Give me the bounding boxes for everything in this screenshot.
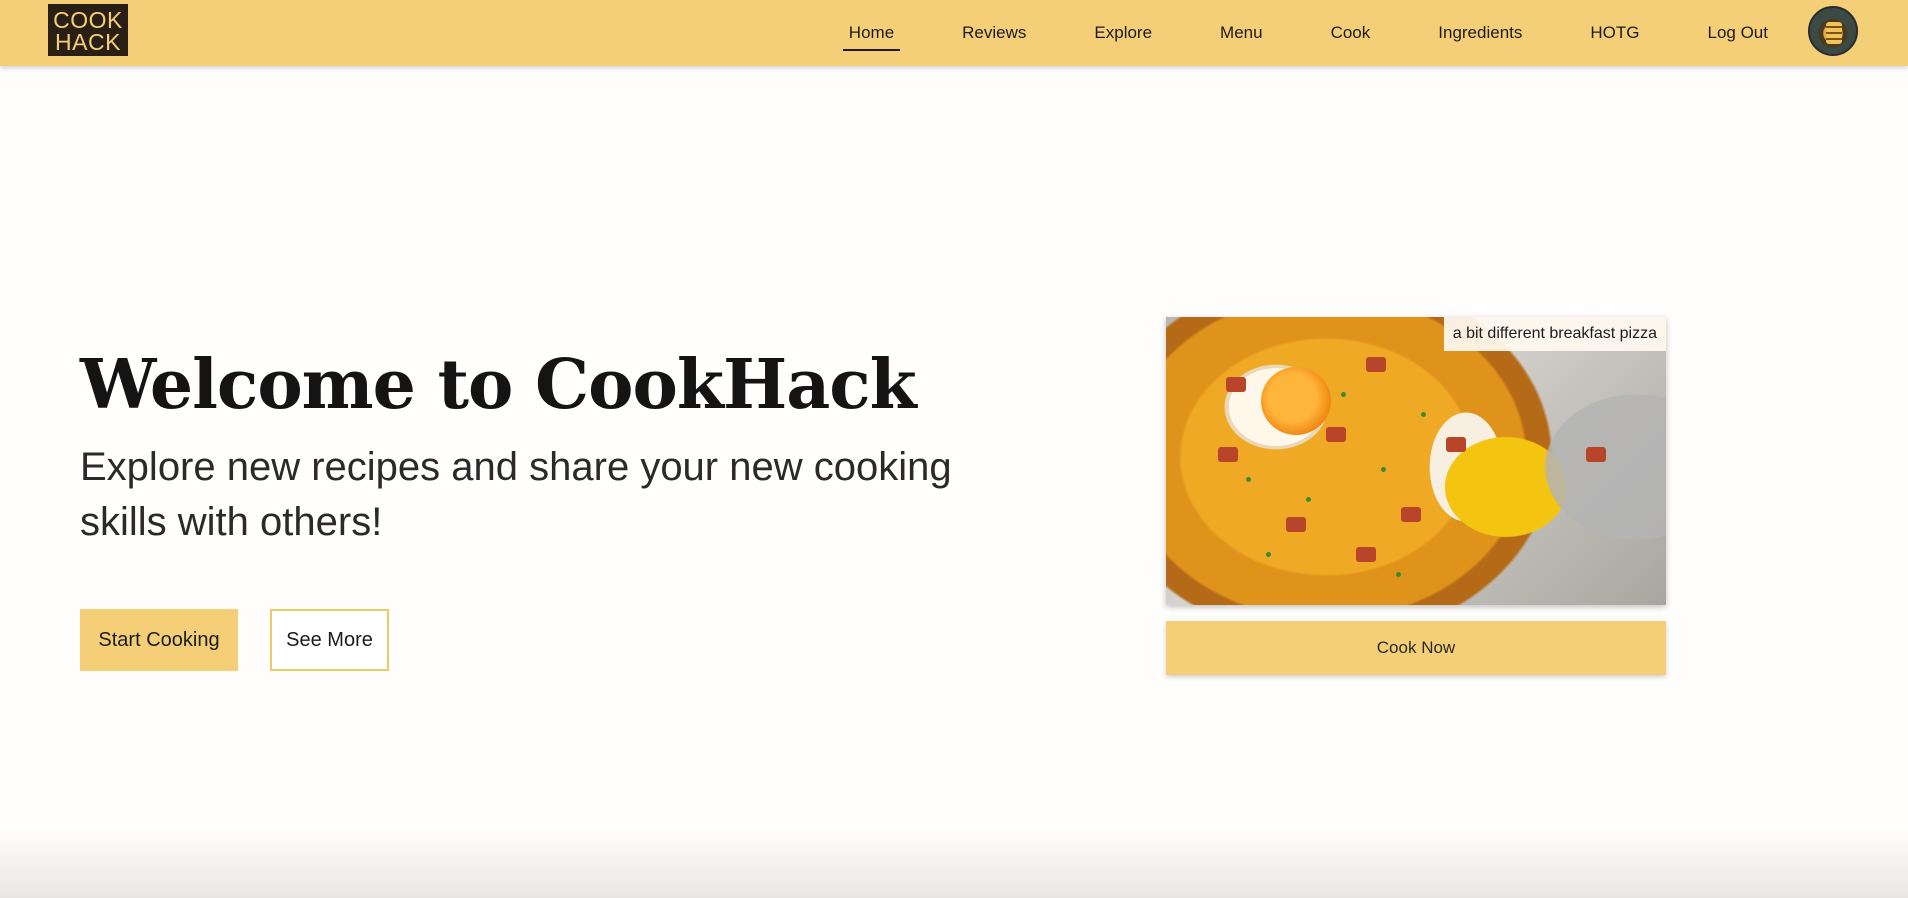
bacon-piece <box>1366 357 1386 372</box>
bacon-piece <box>1286 517 1306 532</box>
cook-now-button[interactable]: Cook Now <box>1166 621 1666 675</box>
nav-item-hotg[interactable]: HOTG <box>1584 15 1645 51</box>
bacon-piece <box>1326 427 1346 442</box>
nav-item-ingredients[interactable]: Ingredients <box>1432 15 1528 51</box>
recipe-caption: a bit different breakfast pizza <box>1443 317 1666 351</box>
bacon-piece <box>1401 507 1421 522</box>
bacon-piece <box>1446 437 1466 452</box>
nav-item-cook[interactable]: Cook <box>1325 15 1377 51</box>
herb-fleck <box>1341 392 1346 397</box>
nav-item-reviews[interactable]: Reviews <box>956 15 1032 51</box>
nav-item-explore[interactable]: Explore <box>1088 15 1158 51</box>
see-more-button[interactable]: See More <box>270 609 389 671</box>
herb-fleck <box>1306 497 1311 502</box>
user-avatar[interactable] <box>1808 6 1858 56</box>
logo-line-1: COOK <box>53 7 123 33</box>
nav-item-log-out[interactable]: Log Out <box>1702 15 1775 51</box>
bacon-piece <box>1218 447 1238 462</box>
herb-fleck <box>1396 572 1401 577</box>
herb-fleck <box>1266 552 1271 557</box>
logo-line-2: HACK <box>55 29 121 55</box>
bacon-piece <box>1226 377 1246 392</box>
top-navbar: COOK HACK Home Reviews Explore Menu Cook… <box>0 0 1908 66</box>
bacon-piece <box>1586 447 1606 462</box>
herb-fleck <box>1246 477 1251 482</box>
hero-subtitle: Explore new recipes and share your new c… <box>80 445 952 544</box>
nav-links: Home Reviews Explore Menu Cook Ingredien… <box>787 0 1774 66</box>
egg-yolk-shape <box>1261 367 1331 435</box>
herb-fleck <box>1421 412 1426 417</box>
bottom-fade <box>0 828 1908 898</box>
start-cooking-button[interactable]: Start Cooking <box>80 609 238 671</box>
cookhack-logo[interactable]: COOK HACK <box>48 4 128 56</box>
pancake-stack-icon <box>1826 22 1842 44</box>
featured-recipe-image[interactable]: a bit different breakfast pizza <box>1166 317 1666 605</box>
bacon-piece <box>1356 547 1376 562</box>
nav-item-menu[interactable]: Menu <box>1214 15 1269 51</box>
hero-title: Welcome to CookHack <box>80 345 917 425</box>
nav-item-home[interactable]: Home <box>842 15 901 51</box>
herb-fleck <box>1381 467 1386 472</box>
